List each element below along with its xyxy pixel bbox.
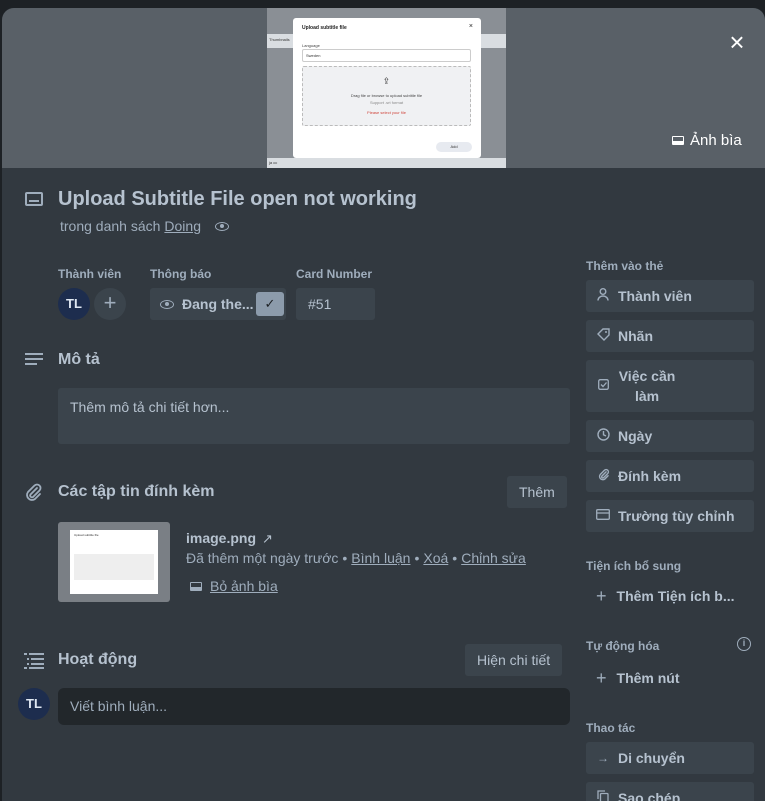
sidebar-attachment-button[interactable]: Đính kèm [586,460,754,492]
plus-icon: + [596,667,607,688]
custom-field-icon [596,509,610,523]
member-avatar[interactable]: TL [58,288,90,320]
watch-button[interactable]: Đang the... ✓ [150,288,286,320]
cover-dialog-close-icon: × [468,23,473,30]
cover-button-label: Ảnh bìa [690,131,742,149]
eye-icon [160,299,174,309]
copy-icon [596,790,610,801]
cover-dialog-title: Upload subtitle file [302,25,347,31]
clock-icon [596,428,610,444]
attachment-thumbnail[interactable]: Upload subtitle file [58,522,170,602]
description-title: Mô tả [58,351,100,368]
add-button-button[interactable]: + Thêm nút [586,662,680,694]
add-attachment-button[interactable]: Thêm [507,476,567,508]
eye-icon [215,221,229,231]
powerups-label: Tiện ích bổ sung [586,559,682,573]
automation-label: Tự động hóa [586,639,660,653]
sidebar-move-button[interactable]: → Di chuyển [586,742,754,774]
attachment-comment-link[interactable]: Bình luận [351,550,410,566]
show-details-button[interactable]: Hiện chi tiết [465,644,563,676]
upload-icon: ⇪ [382,76,391,86]
external-link-icon[interactable]: ↗ [262,531,273,546]
card-cover: Thumbnails ja cc Upload subtitle file × … [2,8,765,168]
thumbnail-dropzone [74,554,154,580]
sidebar-custom-fields-button[interactable]: Trường tùy chỉnh [586,500,754,532]
remove-cover-link[interactable]: Bỏ ảnh bìa [190,578,278,594]
sidebar-labels-button[interactable]: Nhãn [586,320,754,352]
cover-dialog-language-label: Language [302,43,320,48]
remove-cover-label: Bỏ ảnh bìa [210,578,278,594]
attachment-name-label: image.png [186,530,257,546]
list-link[interactable]: Doing [164,218,201,234]
sidebar-copy-button[interactable]: Sao chép [586,782,754,801]
description-input[interactable]: Thêm mô tả chi tiết hơn... [58,388,570,444]
sidebar-copy-label: Sao chép [618,790,681,801]
cover-dialog-drop-text: Drag file or browse to upload subtitle f… [350,93,423,98]
paperclip-icon [596,468,610,484]
card-number-label: Card Number [296,267,373,281]
thumbnail-title: Upload subtitle file [74,533,99,537]
checklist-icon [596,379,610,393]
user-avatar[interactable]: TL [18,688,50,720]
attachment-delete-link[interactable]: Xoá [423,550,448,566]
sidebar-dates-button[interactable]: Ngày [586,420,754,452]
person-icon [596,288,610,304]
card-detail-modal: Thumbnails ja cc Upload subtitle file × … [2,8,765,801]
card-icon [25,192,43,206]
attachment-added-time: Đã thêm một ngày trước [186,550,339,566]
add-member-button[interactable]: + [94,288,126,320]
sidebar-checklist-button[interactable]: Việc cần làm [586,360,754,412]
plus-icon: + [596,585,607,606]
add-powerup-label: Thêm Tiện ích b... [616,588,735,604]
add-button-label: Thêm nút [616,670,680,686]
sidebar-dates-label: Ngày [618,428,653,444]
info-icon[interactable]: i [737,637,751,651]
sidebar-custom-fields-label: Trường tùy chỉnh [618,508,735,524]
cover-dialog-language-select: Sweden [302,49,471,62]
add-powerup-button[interactable]: + Thêm Tiện ích b... [586,580,735,612]
check-icon: ✓ [256,292,284,316]
paperclip-icon [23,482,43,508]
sidebar-attachment-label: Đính kèm [618,468,682,484]
activity-title: Hoạt động [58,651,138,668]
sidebar-move-label: Di chuyển [618,750,685,766]
members-label: Thành viên [58,267,122,281]
cover-image[interactable]: Thumbnails ja cc Upload subtitle file × … [267,8,506,168]
actions-label: Thao tác [586,721,636,735]
card-number-field[interactable]: #51 [296,288,375,320]
list-info: trong danh sách Doing [60,218,229,234]
cover-dialog-support-text: Support .srt format [369,100,404,105]
card-cover-icon [672,135,684,145]
in-list-prefix: trong danh sách [60,218,161,234]
add-to-card-label: Thêm vào thẻ [586,259,664,273]
attachment-edit-link[interactable]: Chỉnh sửa [461,550,526,566]
arrow-right-icon: → [597,751,609,765]
attachments-title: Các tập tin đính kèm [58,483,215,500]
cover-button[interactable]: Ảnh bìa [672,128,742,152]
watch-label: Đang the... [182,296,254,312]
tag-icon [596,328,610,344]
attachment-name[interactable]: image.png ↗ [186,530,273,547]
cover-dialog-preview: Upload subtitle file × Language Sweden ⇪… [293,18,481,158]
card-cover-icon [190,581,202,591]
sidebar-checklist-label: Việc cần làm [618,368,676,404]
comment-input[interactable]: Viết bình luận... [58,688,570,725]
card-title[interactable]: Upload Subtitle File open not working [58,188,417,211]
close-icon[interactable]: × [722,28,752,58]
cover-dialog-error-text: Please select your file [367,110,406,115]
activity-icon [24,652,44,675]
description-icon [25,353,43,368]
notifications-label: Thông báo [150,267,212,281]
cover-bottom-sliver: ja cc [267,158,506,168]
thumbnail-preview: Upload subtitle file [70,530,158,594]
sidebar-members-label: Thành viên [618,288,692,304]
sidebar-members-button[interactable]: Thành viên [586,280,754,312]
attachment-meta: Đã thêm một ngày trước • Bình luận • Xoá • Chỉ… [186,550,526,566]
cover-dialog-add-button: Add [436,142,472,152]
cover-dialog-dropzone: ⇪ Drag file or browse to upload subtitle… [302,66,471,126]
sidebar-labels-label: Nhãn [618,328,653,344]
